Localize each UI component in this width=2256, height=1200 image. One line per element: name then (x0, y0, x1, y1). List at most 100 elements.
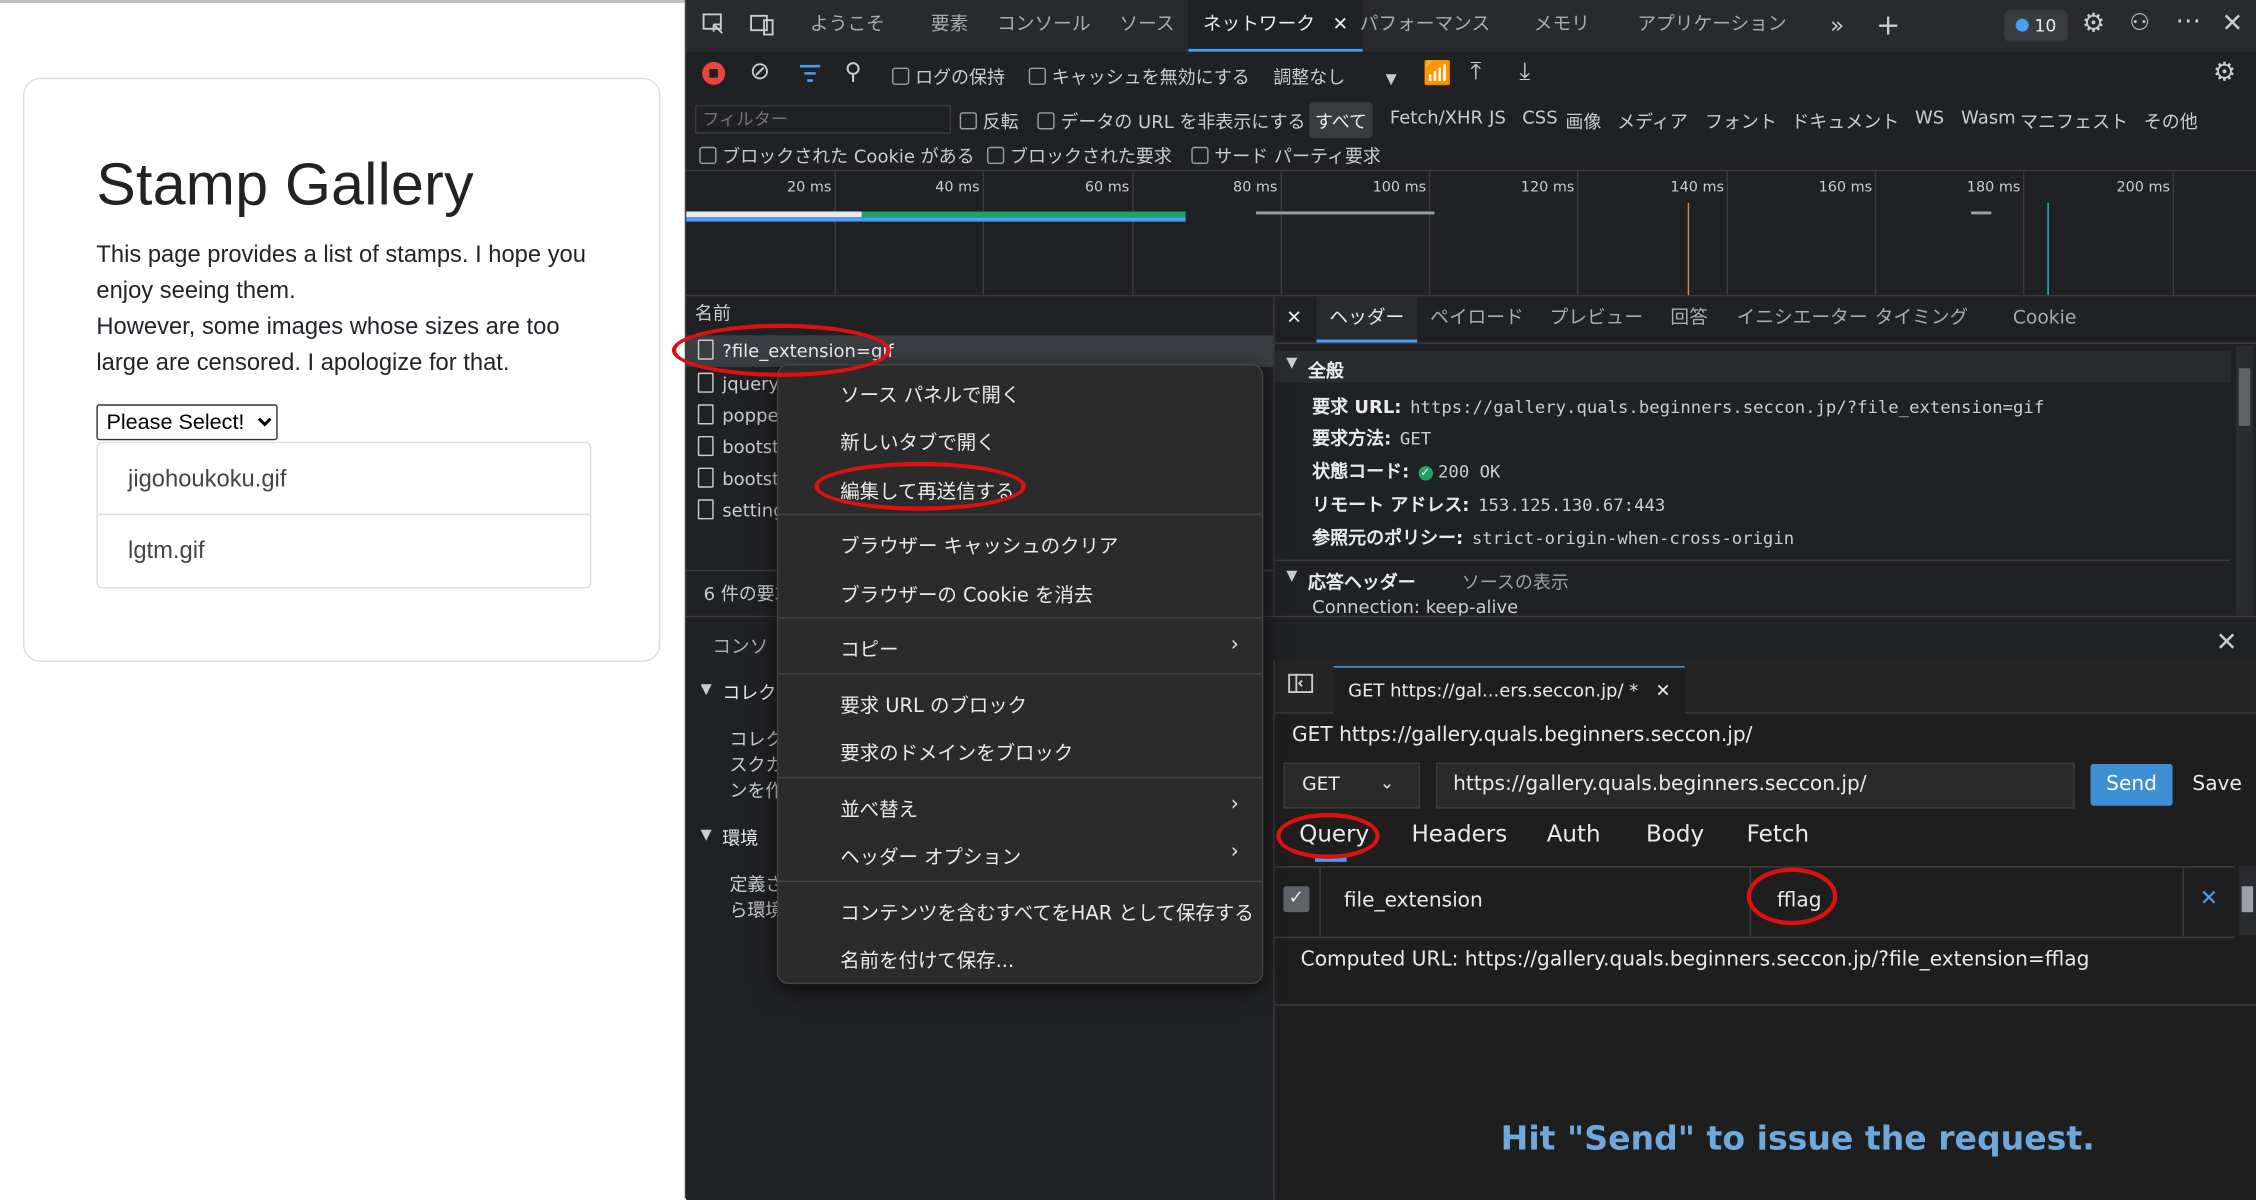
remove-param-icon[interactable]: ✕ (2200, 885, 2218, 911)
stamp-item[interactable]: jigohoukoku.gif (97, 443, 590, 516)
drawer-tab-console[interactable]: コンソ (712, 632, 768, 659)
edit-summary: GET https://gallery.quals.beginners.secc… (1292, 723, 1753, 747)
filter-type-other[interactable]: その他 (2144, 106, 2198, 133)
timeline-tick: 120 ms (1520, 179, 1575, 196)
menu-header-options[interactable]: ヘッダー オプション (840, 840, 1021, 869)
subtab-auth[interactable]: Auth (1547, 820, 1601, 847)
tab-application[interactable]: アプリケーション (1637, 0, 1786, 52)
subtab-body[interactable]: Body (1646, 820, 1704, 847)
subtab-headers[interactable]: Headers (1411, 820, 1507, 847)
network-conditions-icon[interactable]: 📶 (1423, 59, 1452, 86)
method-select[interactable]: GET ⌄ (1283, 762, 1421, 809)
menu-open-in-sources[interactable]: ソース パネルで開く (840, 378, 1020, 407)
menu-copy[interactable]: コピー (840, 633, 898, 662)
param-key[interactable]: file_extension (1344, 889, 1483, 912)
filter-type-img[interactable]: 画像 (1565, 106, 1601, 133)
annotation-circle (1276, 812, 1380, 859)
disable-cache-checkbox[interactable]: キャッシュを無効にする (1028, 62, 1250, 89)
preserve-log-checkbox[interactable]: ログの保持 (892, 62, 1005, 89)
menu-sort-by[interactable]: 並べ替え (840, 793, 918, 822)
filter-type-js[interactable]: JS (1489, 106, 1506, 128)
send-button[interactable]: Send (2090, 763, 2173, 806)
issues-badge[interactable]: 10 (2004, 10, 2068, 42)
menu-clear-cookies[interactable]: ブラウザーの Cookie を消去 (840, 578, 1093, 607)
network-settings-icon[interactable]: ⚙ (2213, 58, 2236, 88)
blocked-cookies-checkbox[interactable]: ブロックされた Cookie がある (699, 141, 975, 168)
filter-type-font[interactable]: フォント (1705, 106, 1777, 133)
tab-response[interactable]: 回答 (1670, 296, 1707, 342)
hide-data-urls-checkbox[interactable]: データの URL を非表示にする (1037, 106, 1306, 133)
issues-count: 10 (2034, 15, 2057, 36)
filter-type-manifest[interactable]: マニフェスト (2020, 106, 2128, 133)
menu-save-as[interactable]: 名前を付けて保存... (840, 944, 1014, 973)
param-enabled-checkbox[interactable]: ✓ (1283, 886, 1310, 913)
close-devtools-icon[interactable]: ✕ (2221, 9, 2243, 39)
tab-elements[interactable]: 要素 (931, 0, 968, 52)
edit-request-tab[interactable]: GET https://gal...ers.seccon.jp/ * ✕ (1333, 666, 1685, 714)
response-headers-section-header[interactable]: ▼ 応答ヘッダー ソースの表示 (1274, 559, 2231, 594)
filter-icon[interactable] (799, 63, 822, 83)
close-drawer-icon[interactable]: ✕ (2216, 627, 2238, 657)
third-party-checkbox[interactable]: サード パーティ要求 (1191, 141, 1381, 168)
chevron-right-icon: › (1230, 792, 1239, 816)
menu-block-domain[interactable]: 要求のドメインをブロック (840, 737, 1073, 765)
invert-checkbox[interactable]: 反転 (959, 106, 1019, 133)
details-scrollbar[interactable] (2235, 345, 2254, 616)
general-section-header[interactable]: ▼ 全般 (1274, 351, 2231, 383)
filter-input[interactable] (694, 105, 952, 134)
view-source-link[interactable]: ソースの表示 (1462, 567, 1569, 594)
menu-save-har[interactable]: コンテンツを含むすべてをHAR として保存する (840, 896, 1254, 925)
more-options-icon[interactable]: ⋯ (2175, 6, 2201, 36)
filter-type-doc[interactable]: ドキュメント (1791, 106, 1899, 133)
customize-icon[interactable]: ⚇ (2129, 9, 2150, 36)
inspect-icon[interactable] (701, 12, 727, 38)
filter-type-all[interactable]: すべて (1309, 102, 1373, 139)
timeline-bar (1256, 211, 1435, 215)
add-tab-icon[interactable]: + (1876, 7, 1900, 42)
more-tabs-icon[interactable]: » (1830, 12, 1844, 39)
tab-initiator[interactable]: イニシエーター (1737, 296, 1868, 342)
params-scrollbar[interactable] (2238, 866, 2256, 936)
close-icon[interactable]: ✕ (1655, 679, 1670, 701)
filter-type-media[interactable]: メディア (1617, 106, 1688, 133)
filter-type-ws[interactable]: WS (1915, 106, 1944, 128)
close-icon[interactable]: ✕ (1333, 14, 1349, 36)
menu-open-in-new-tab[interactable]: 新しいタブで開く (840, 426, 995, 455)
tab-headers[interactable]: ヘッダー (1316, 296, 1418, 343)
extension-select[interactable]: Please Select! (96, 404, 278, 441)
blocked-requests-checkbox[interactable]: ブロックされた要求 (987, 141, 1172, 168)
sidebar-toggle-icon[interactable] (1288, 673, 1314, 693)
throttle-select[interactable]: 調整なし ▼ (1273, 62, 1396, 89)
stamp-item[interactable]: lgtm.gif (98, 515, 590, 587)
menu-block-url[interactable]: 要求 URL のブロック (840, 689, 1027, 718)
timeline-tick: 160 ms (1818, 179, 1873, 196)
timeline-overview[interactable]: 20 ms 40 ms 60 ms 80 ms 100 ms 120 ms 14… (686, 171, 2256, 297)
export-har-icon[interactable]: ⤓ (1519, 58, 1530, 87)
tab-performance[interactable]: パフォーマンス (1360, 0, 1491, 52)
tab-sources[interactable]: ソース (1119, 0, 1174, 52)
tab-payload[interactable]: ペイロード (1430, 296, 1524, 342)
import-har-icon[interactable]: ⤒ (1470, 58, 1481, 87)
url-input[interactable]: https://gallery.quals.beginners.seccon.j… (1435, 762, 2075, 809)
subtab-fetch[interactable]: Fetch (1747, 820, 1809, 847)
device-toolbar-icon[interactable] (750, 12, 776, 38)
save-button[interactable]: Save (2181, 764, 2253, 806)
tab-network[interactable]: ネットワーク ✕ (1188, 0, 1363, 52)
tab-welcome[interactable]: ようこそ (810, 0, 885, 52)
tab-console[interactable]: コンソール (997, 0, 1091, 52)
search-icon[interactable]: ⚲ (845, 58, 862, 85)
timeline-tick: 80 ms (1233, 179, 1278, 196)
settings-icon[interactable]: ⚙ (2082, 9, 2105, 39)
menu-clear-cache[interactable]: ブラウザー キャッシュのクリア (840, 529, 1118, 558)
filter-type-xhr[interactable]: Fetch/XHR (1390, 106, 1483, 128)
close-details-icon[interactable]: ✕ (1286, 296, 1302, 342)
tab-timing[interactable]: タイミング (1875, 296, 1969, 342)
tab-cookies[interactable]: Cookie (2013, 296, 2076, 342)
filter-type-wasm[interactable]: Wasm (1961, 106, 2016, 128)
record-icon[interactable] (702, 61, 726, 85)
filter-type-css[interactable]: CSS (1522, 106, 1557, 128)
chevron-down-icon: ⌄ (1379, 772, 1395, 793)
tab-preview[interactable]: プレビュー (1550, 296, 1644, 342)
clear-icon[interactable]: ⊘ (750, 58, 771, 87)
tab-memory[interactable]: メモリ (1534, 0, 1590, 52)
